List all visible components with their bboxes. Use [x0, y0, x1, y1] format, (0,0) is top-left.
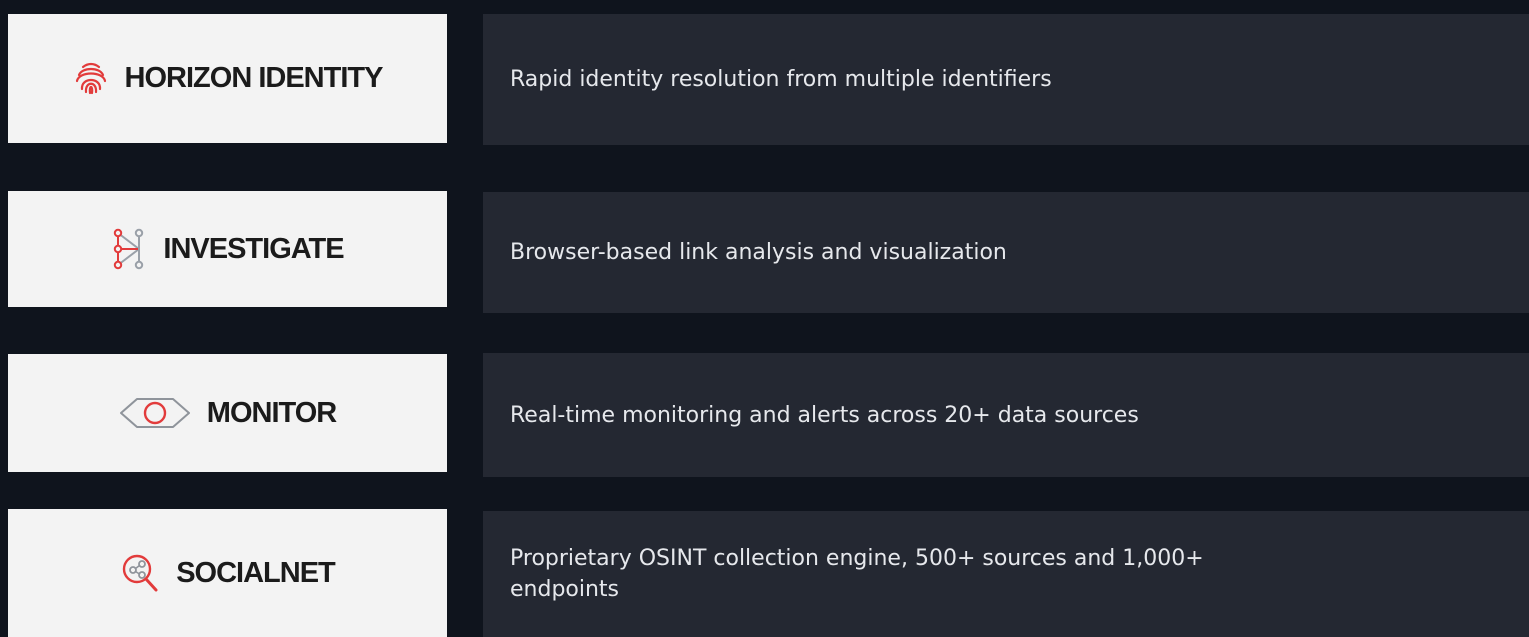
product-description: Rapid identity resolution from multiple … — [510, 67, 1052, 92]
product-name: SOCIALNET — [176, 556, 336, 589]
product-description: Browser-based link analysis and visualiz… — [510, 240, 1007, 265]
product-logo: INVESTIGATE — [111, 227, 345, 271]
link-analysis-icon — [111, 227, 147, 271]
product-description: Proprietary OSINT collection engine, 500… — [510, 546, 1204, 602]
magnifier-network-icon — [120, 552, 160, 594]
product-name: INVESTIGATE — [163, 232, 344, 265]
product-logo-card-investigate: INVESTIGATE — [8, 191, 447, 307]
product-name: MONITOR — [206, 396, 337, 429]
product-logo-card-horizon-identity: HORIZON IDENTITY — [8, 14, 447, 143]
product-description-card-investigate: Browser-based link analysis and visualiz… — [483, 192, 1529, 313]
product-description-card-monitor: Real-time monitoring and alerts across 2… — [483, 353, 1529, 477]
product-logo: SOCIALNET — [120, 552, 336, 594]
eye-icon — [119, 395, 191, 431]
product-logo: MONITOR — [119, 395, 337, 431]
product-name: HORIZON IDENTITY — [124, 62, 384, 94]
product-logo-card-monitor: MONITOR — [8, 354, 447, 472]
product-description-card-horizon-identity: Rapid identity resolution from multiple … — [483, 14, 1529, 145]
product-logo-card-socialnet: SOCIALNET — [8, 509, 447, 637]
fingerprint-icon — [73, 61, 109, 97]
product-description-card-socialnet: Proprietary OSINT collection engine, 500… — [483, 511, 1529, 637]
product-description: Real-time monitoring and alerts across 2… — [510, 402, 1139, 428]
product-logo: HORIZON IDENTITY — [73, 61, 383, 97]
